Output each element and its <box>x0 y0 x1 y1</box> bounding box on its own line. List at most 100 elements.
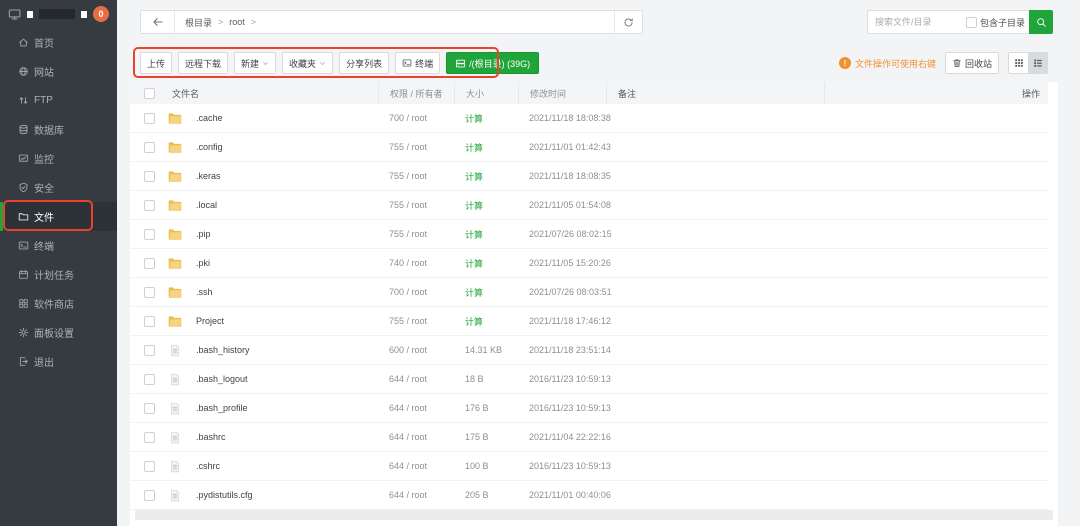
file-size[interactable]: 计算 <box>454 228 518 241</box>
row-checkbox[interactable] <box>144 142 155 153</box>
row-checkbox[interactable] <box>144 287 155 298</box>
share-list-button[interactable]: 分享列表 <box>339 52 389 74</box>
file-name[interactable]: .cshrc <box>196 461 220 471</box>
file-name[interactable]: .ssh <box>196 287 213 297</box>
file-name[interactable]: Project <box>196 316 224 326</box>
globe-icon <box>18 66 29 77</box>
table-row[interactable]: .pydistutils.cfg 644 / root 205 B 2021/1… <box>130 481 1048 510</box>
sidebar-item[interactable]: 监控 <box>0 144 117 173</box>
sidebar-item[interactable]: 终端 <box>0 231 117 260</box>
file-name[interactable]: .bash_logout <box>196 374 248 384</box>
file-size[interactable]: 计算 <box>454 112 518 125</box>
back-button[interactable] <box>141 11 175 33</box>
sidebar-item[interactable]: 安全 <box>0 173 117 202</box>
refresh-button[interactable] <box>614 11 642 33</box>
breadcrumb-segment[interactable]: 根目录 <box>185 16 212 29</box>
sidebar-item-label: 监控 <box>34 151 54 166</box>
sidebar-item[interactable]: 网站 <box>0 57 117 86</box>
table-row[interactable]: .cache 700 / root 计算 2021/11/18 18:08:38 <box>130 104 1048 133</box>
row-checkbox[interactable] <box>144 229 155 240</box>
file-mtime: 2016/11/23 10:59:13 <box>518 374 606 384</box>
file-name[interactable]: .cache <box>196 113 223 123</box>
appstore-icon <box>18 298 29 309</box>
include-subdir-option[interactable]: 包含子目录 <box>966 16 1030 29</box>
file-size: 205 B <box>454 490 518 500</box>
file-permission-owner: 755 / root <box>378 171 454 181</box>
file-name[interactable]: .keras <box>196 171 221 181</box>
table-row[interactable]: .bashrc 644 / root 175 B 2021/11/04 22:2… <box>130 423 1048 452</box>
new-button[interactable]: 新建 <box>234 52 276 74</box>
sidebar-item-label: 终端 <box>34 238 54 253</box>
remote-download-button[interactable]: 远程下载 <box>178 52 228 74</box>
sidebar-item[interactable]: 数据库 <box>0 115 117 144</box>
row-checkbox[interactable] <box>144 171 155 182</box>
row-checkbox[interactable] <box>144 113 155 124</box>
file-mtime: 2021/11/04 22:22:16 <box>518 432 606 442</box>
row-checkbox[interactable] <box>144 316 155 327</box>
select-all-checkbox[interactable] <box>144 88 155 99</box>
sidebar-item[interactable]: FTP <box>0 86 117 115</box>
grid-view-button[interactable] <box>1009 53 1028 73</box>
file-size: 14.31 KB <box>454 345 518 355</box>
file-name[interactable]: .pydistutils.cfg <box>196 490 253 500</box>
file-size[interactable]: 计算 <box>454 257 518 270</box>
row-checkbox[interactable] <box>144 490 155 501</box>
table-row[interactable]: .pki 740 / root 计算 2021/11/05 15:20:26 <box>130 249 1048 278</box>
table-row[interactable]: .pip 755 / root 计算 2021/07/26 08:02:15 <box>130 220 1048 249</box>
row-checkbox[interactable] <box>144 345 155 356</box>
row-checkbox[interactable] <box>144 258 155 269</box>
sidebar-item[interactable]: 退出 <box>0 347 117 376</box>
message-count-badge[interactable]: 0 <box>93 6 109 22</box>
file-size[interactable]: 计算 <box>454 286 518 299</box>
terminal-button[interactable]: 终端 <box>395 52 440 74</box>
file-name[interactable]: .pki <box>196 258 210 268</box>
include-subdir-checkbox[interactable] <box>966 17 977 28</box>
chevron-down-icon <box>319 60 326 67</box>
file-name[interactable]: .pip <box>196 229 211 239</box>
breadcrumb-segment[interactable]: root <box>229 17 245 27</box>
view-toggle <box>1008 52 1048 74</box>
sidebar-item[interactable]: 面板设置 <box>0 318 117 347</box>
table-row[interactable]: .bash_logout 644 / root 18 B 2016/11/23 … <box>130 365 1048 394</box>
table-row[interactable]: .keras 755 / root 计算 2021/11/18 18:08:35 <box>130 162 1048 191</box>
logo-redacted-block <box>81 11 87 18</box>
remote-download-label: 远程下载 <box>185 57 221 70</box>
row-checkbox[interactable] <box>144 461 155 472</box>
table-row[interactable]: .cshrc 644 / root 100 B 2016/11/23 10:59… <box>130 452 1048 481</box>
search-input[interactable] <box>868 17 966 27</box>
recycle-bin-button[interactable]: 回收站 <box>945 52 999 74</box>
sidebar-item[interactable]: 文件 <box>0 202 117 231</box>
list-view-button[interactable] <box>1028 53 1047 73</box>
file-name[interactable]: .config <box>196 142 223 152</box>
upload-button[interactable]: 上传 <box>140 52 172 74</box>
disk-root-button[interactable]: /(根目录) (39G) <box>446 52 539 74</box>
favorites-button[interactable]: 收藏夹 <box>282 52 333 74</box>
row-checkbox[interactable] <box>144 200 155 211</box>
file-size[interactable]: 计算 <box>454 141 518 154</box>
monitor-icon <box>18 153 29 164</box>
table-row[interactable]: .config 755 / root 计算 2021/11/01 01:42:4… <box>130 133 1048 162</box>
table-row[interactable]: .bash_history 600 / root 14.31 KB 2021/1… <box>130 336 1048 365</box>
sidebar-item[interactable]: 计划任务 <box>0 260 117 289</box>
file-size[interactable]: 计算 <box>454 199 518 212</box>
file-name[interactable]: .local <box>196 200 217 210</box>
sidebar-item[interactable]: 软件商店 <box>0 289 117 318</box>
sidebar-item[interactable]: 首页 <box>0 28 117 57</box>
table-row[interactable]: .bash_profile 644 / root 176 B 2016/11/2… <box>130 394 1048 423</box>
row-checkbox[interactable] <box>144 374 155 385</box>
table-row[interactable]: .local 755 / root 计算 2021/11/05 01:54:08 <box>130 191 1048 220</box>
file-size[interactable]: 计算 <box>454 170 518 183</box>
scrollbar-track[interactable] <box>135 510 1053 520</box>
table-row[interactable]: .ssh 700 / root 计算 2021/07/26 08:03:51 <box>130 278 1048 307</box>
search-button[interactable] <box>1029 10 1053 34</box>
file-name[interactable]: .bashrc <box>196 432 226 442</box>
file-size[interactable]: 计算 <box>454 315 518 328</box>
file-permission-owner: 700 / root <box>378 113 454 123</box>
row-checkbox[interactable] <box>144 403 155 414</box>
file-name[interactable]: .bash_history <box>196 345 250 355</box>
new-label: 新建 <box>241 57 259 70</box>
table-row[interactable]: Project 755 / root 计算 2021/11/18 17:46:1… <box>130 307 1048 336</box>
header-filename[interactable]: 文件名 <box>168 87 378 100</box>
row-checkbox[interactable] <box>144 432 155 443</box>
file-name[interactable]: .bash_profile <box>196 403 248 413</box>
